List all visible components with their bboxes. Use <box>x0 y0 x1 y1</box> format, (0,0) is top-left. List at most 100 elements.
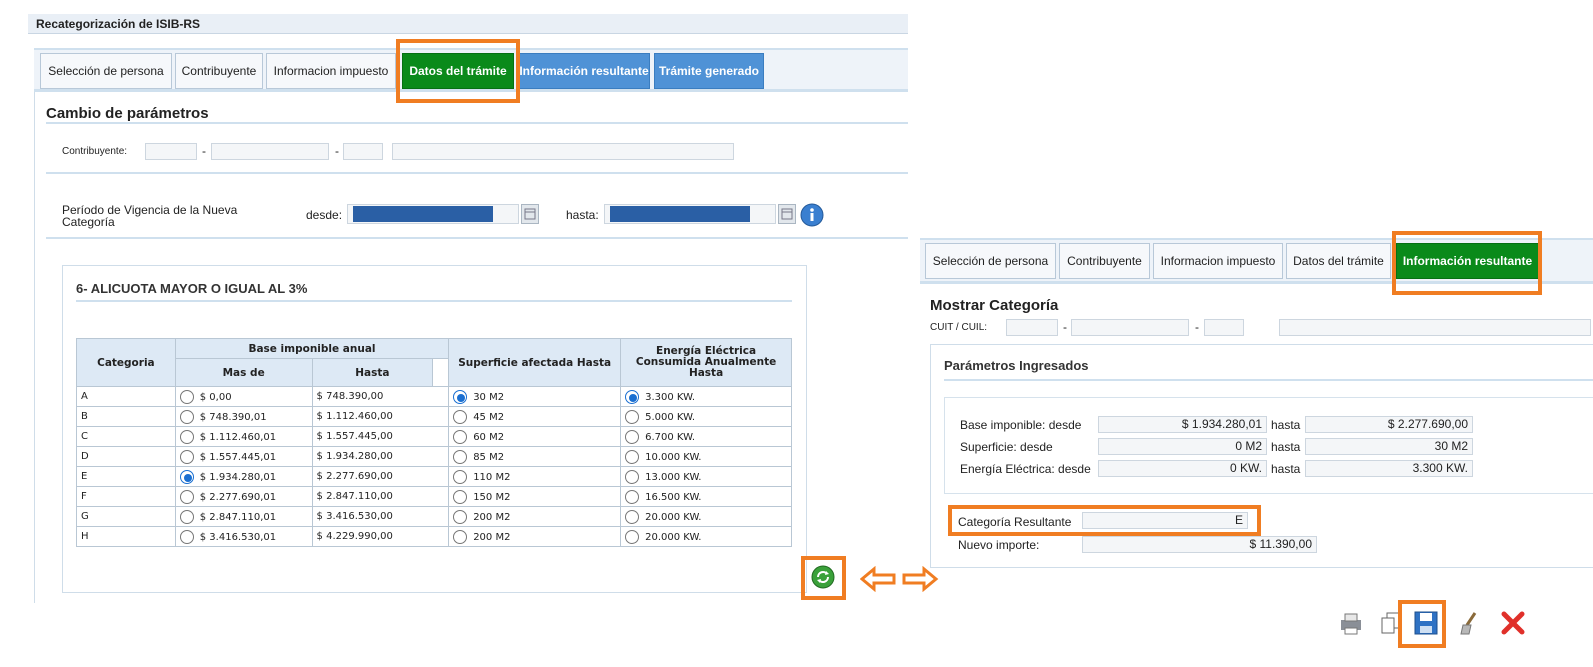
tab-informacion-resultante[interactable]: Información resultante <box>518 53 650 89</box>
radio-base[interactable] <box>179 409 194 424</box>
cell-mas-de[interactable]: $ 2.277.690,01 <box>174 486 313 507</box>
calendar-icon[interactable] <box>778 204 796 224</box>
base-hasta-field: $ 2.277.690,00 <box>1305 416 1473 433</box>
info-icon[interactable] <box>800 203 824 227</box>
radio-base[interactable] <box>179 429 194 444</box>
cell-mas-de[interactable]: $ 0,00 <box>174 386 313 407</box>
radio-superficie[interactable] <box>453 509 468 524</box>
tab-seleccion-persona[interactable]: Selección de persona <box>925 243 1056 279</box>
superficie-value: 110 M2 <box>473 471 511 483</box>
radio-energia[interactable] <box>625 469 640 484</box>
radio-superficie[interactable] <box>453 409 468 424</box>
radio-base[interactable] <box>179 389 194 404</box>
divider <box>46 122 908 124</box>
contribuyente-field-2[interactable] <box>211 143 329 160</box>
radio-base[interactable] <box>179 529 194 544</box>
radio-superficie[interactable] <box>453 389 468 404</box>
tab-tramite-generado[interactable]: Trámite generado <box>654 53 764 89</box>
cell-hasta: $ 4.229.990,00 <box>311 526 450 547</box>
radio-superficie[interactable] <box>453 529 468 544</box>
group-title: 6- ALICUOTA MAYOR O IGUAL AL 3% <box>76 281 308 296</box>
energia-value: 13.000 KW. <box>645 471 702 483</box>
radio-energia[interactable] <box>625 529 640 544</box>
radio-energia[interactable] <box>625 389 640 404</box>
table-row: A $ 0,00 $ 748.390,00 30 M2 3.300 KW. <box>76 386 792 407</box>
close-icon[interactable] <box>1499 609 1527 637</box>
cuit-field-2[interactable] <box>1071 319 1189 336</box>
header-mas-de: Mas de <box>174 358 313 387</box>
table-row: D $ 1.557.445,01 $ 1.934.280,00 85 M2 10.000… <box>76 446 792 467</box>
cell-superficie[interactable]: 45 M2 <box>448 406 622 427</box>
cell-superficie[interactable]: 85 M2 <box>448 446 622 467</box>
cell-energia[interactable]: 16.500 KW. <box>620 486 792 507</box>
radio-energia[interactable] <box>625 409 640 424</box>
radio-base[interactable] <box>179 449 194 464</box>
radio-superficie[interactable] <box>453 429 468 444</box>
cell-superficie[interactable]: 30 M2 <box>448 386 622 407</box>
calendar-icon[interactable] <box>521 204 539 224</box>
cuit-field-1[interactable] <box>1006 319 1058 336</box>
tab-datos-tramite[interactable]: Datos del trámite <box>1286 243 1391 279</box>
hasta-date-input[interactable] <box>604 204 776 224</box>
cell-hasta: $ 2.847.110,00 <box>311 486 450 507</box>
radio-base[interactable] <box>179 509 194 524</box>
cell-hasta: $ 2.277.690,00 <box>311 466 450 487</box>
cell-mas-de[interactable]: $ 2.847.110,01 <box>174 506 313 527</box>
radio-superficie[interactable] <box>453 469 468 484</box>
cell-superficie[interactable]: 200 M2 <box>448 506 622 527</box>
clear-icon[interactable] <box>1455 609 1483 637</box>
header-superficie: Superficie afectada Hasta <box>448 338 622 387</box>
cell-mas-de[interactable]: $ 1.934.280,01 <box>174 466 313 487</box>
radio-base[interactable] <box>179 469 194 484</box>
cell-mas-de[interactable]: $ 1.112.460,01 <box>174 426 313 447</box>
highlight-refresh <box>801 556 846 600</box>
cuit-field-3[interactable] <box>1204 319 1244 336</box>
cell-superficie[interactable]: 150 M2 <box>448 486 622 507</box>
energia-value: 16.500 KW. <box>645 491 702 503</box>
cell-energia[interactable]: 13.000 KW. <box>620 466 792 487</box>
contribuyente-field-1[interactable] <box>145 143 197 160</box>
radio-energia[interactable] <box>625 489 640 504</box>
cell-superficie[interactable]: 200 M2 <box>448 526 622 547</box>
separator: - <box>1195 320 1199 334</box>
cell-hasta: $ 3.416.530,00 <box>311 506 450 527</box>
contribuyente-name-field[interactable] <box>392 143 734 160</box>
header-hasta: Hasta <box>311 358 434 387</box>
cell-energia[interactable]: 10.000 KW. <box>620 446 792 467</box>
hasta-label: hasta <box>1271 440 1301 454</box>
cell-categoria: C <box>76 426 176 447</box>
tab-informacion-impuesto[interactable]: Informacion impuesto <box>266 53 396 89</box>
cell-mas-de[interactable]: $ 1.557.445,01 <box>174 446 313 467</box>
radio-superficie[interactable] <box>453 449 468 464</box>
radio-energia[interactable] <box>625 509 640 524</box>
radio-superficie[interactable] <box>453 489 468 504</box>
cell-superficie[interactable]: 60 M2 <box>448 426 622 447</box>
desde-date-input[interactable] <box>347 204 519 224</box>
cell-superficie[interactable]: 110 M2 <box>448 466 622 487</box>
divider <box>46 237 908 239</box>
radio-base[interactable] <box>179 489 194 504</box>
radio-energia[interactable] <box>625 449 640 464</box>
table-row: H $ 3.416.530,01 $ 4.229.990,00 200 M2 20.00… <box>76 526 792 547</box>
separator: - <box>1063 320 1067 334</box>
tab-contribuyente[interactable]: Contribuyente <box>1059 243 1150 279</box>
cuit-name-field[interactable] <box>1279 319 1591 336</box>
base-desde-field: $ 1.934.280,01 <box>1098 416 1267 433</box>
cell-mas-de[interactable]: $ 748.390,01 <box>174 406 313 427</box>
tab-informacion-impuesto[interactable]: Informacion impuesto <box>1153 243 1283 279</box>
cell-energia[interactable]: 20.000 KW. <box>620 506 792 527</box>
cell-energia[interactable]: 5.000 KW. <box>620 406 792 427</box>
cell-mas-de[interactable]: $ 3.416.530,01 <box>174 526 313 547</box>
energia-value: 3.300 KW. <box>645 391 696 403</box>
cell-energia[interactable]: 6.700 KW. <box>620 426 792 447</box>
tab-contribuyente[interactable]: Contribuyente <box>175 53 263 89</box>
cell-energia[interactable]: 3.300 KW. <box>620 386 792 407</box>
cell-energia[interactable]: 20.000 KW. <box>620 526 792 547</box>
tab-seleccion-persona[interactable]: Selección de persona <box>40 53 172 89</box>
superficie-label: Superficie: desde <box>960 440 1053 454</box>
window-title: Recategorización de ISIB-RS <box>36 17 201 31</box>
print-icon[interactable] <box>1337 609 1365 637</box>
contribuyente-field-3[interactable] <box>343 143 383 160</box>
mas-de-value: $ 2.847.110,01 <box>199 511 277 523</box>
radio-energia[interactable] <box>625 429 640 444</box>
